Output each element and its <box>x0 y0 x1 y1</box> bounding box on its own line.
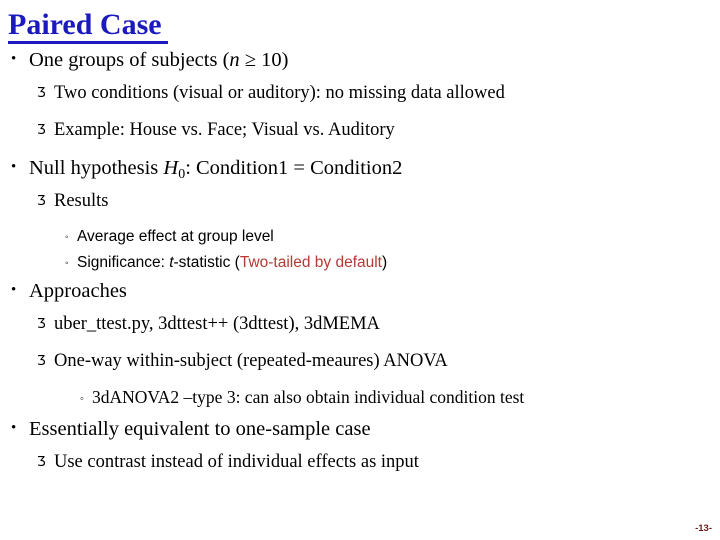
bullet-example-house-face: Ʒ Example: House vs. Face; Visual vs. Aud… <box>0 121 720 158</box>
title-underline <box>8 41 168 44</box>
bullet-3danova2: ◦ 3dANOVA2 –type 3: can also obtain indiv… <box>0 387 720 419</box>
slide-body: • One groups of subjects (n ≥ 10) Ʒ Two co… <box>0 50 720 490</box>
bullet-text: Average effect at group level <box>77 228 274 245</box>
bullet-null-hypothesis: • Null hypothesis H0: Condition1 = Condit… <box>0 158 720 192</box>
bullet-uber-ttest: Ʒuber_ttest.py, 3dttest++ (3dttest), 3dM… <box>0 315 720 352</box>
bullet-text: Use contrast instead of individual effec… <box>54 452 419 472</box>
bullet-text: Two conditions (visual or auditory): no … <box>54 83 505 103</box>
subjects-text-pre: One groups of subjects ( <box>29 49 230 71</box>
significance-highlight-two-tailed: Two-tailed by default <box>239 254 382 271</box>
bullet-text: Approaches <box>29 280 127 302</box>
page-title: Paired Case <box>8 8 162 41</box>
bullet-text: uber_ttest.py, 3dttest++ (3dttest), 3dME… <box>54 314 380 334</box>
significance-text-pre: Significance: <box>77 254 170 271</box>
bullet-dot-icon: • <box>11 159 17 175</box>
bullet-wingding-icon: Ʒ <box>37 194 46 209</box>
null-text-post: : Condition1 = Condition2 <box>185 157 403 179</box>
slide-canvas: Paired Case • One groups of subjects (n ≥… <box>0 0 720 540</box>
bullet-one-way-anova: Ʒ One-way within-subject (repeated-meaure… <box>0 352 720 389</box>
bullet-essentially-equivalent: • Essentially equivalent to one-sample ca… <box>0 419 720 453</box>
bullet-two-conditions: Ʒ Two conditions (visual or auditory): no… <box>0 84 720 121</box>
bullet-text: Null hypothesis H0: Condition1 = Conditi… <box>29 157 403 182</box>
significance-text-mid: -statistic ( <box>173 254 240 271</box>
significance-text-post: ) <box>382 254 388 271</box>
bullet-use-contrast: Ʒ Use contrast instead of individual effe… <box>0 453 720 490</box>
bullet-text: 3dANOVA2 –type 3: can also obtain indivi… <box>92 387 525 407</box>
bullet-dot-icon: • <box>11 420 17 436</box>
bullet-text: Example: House vs. Face; Visual vs. Audi… <box>54 120 395 140</box>
subjects-variable-n: n <box>229 49 240 71</box>
null-variable-h: H <box>163 157 179 179</box>
bullet-circle-icon: ◦ <box>65 232 69 243</box>
bullet-average-effect: ◦ Average effect at group level <box>0 229 720 255</box>
bullet-text: Significance: t-statistic (Two-tailed by… <box>77 254 387 271</box>
subjects-text-post: ≥ 10) <box>239 49 289 71</box>
bullet-dot-icon: • <box>11 282 17 298</box>
bullet-wingding-icon: Ʒ <box>37 123 46 138</box>
bullet-text: One-way within-subject (repeated-meaures… <box>54 351 448 371</box>
bullet-circle-icon: ◦ <box>65 258 69 269</box>
page-number: -13- <box>695 523 712 534</box>
bullet-text: Essentially equivalent to one-sample cas… <box>29 418 371 440</box>
null-text-pre: Null hypothesis <box>29 157 164 179</box>
bullet-text: Results <box>54 191 109 211</box>
bullet-wingding-icon: Ʒ <box>37 354 46 369</box>
bullet-wingding-icon: Ʒ <box>37 86 46 101</box>
bullet-approaches: • Approaches <box>0 281 720 315</box>
bullet-wingding-icon: Ʒ <box>37 317 46 332</box>
bullet-results: Ʒ Results <box>0 192 720 229</box>
bullet-wingding-icon: Ʒ <box>37 455 46 470</box>
bullet-dot-icon: • <box>11 51 17 67</box>
bullet-one-groups-of-subjects: • One groups of subjects (n ≥ 10) <box>0 50 720 84</box>
bullet-significance: ◦ Significance: t-statistic (Two-tailed b… <box>0 255 720 281</box>
bullet-text: One groups of subjects (n ≥ 10) <box>29 49 288 71</box>
bullet-circle-icon: ◦ <box>80 393 84 405</box>
